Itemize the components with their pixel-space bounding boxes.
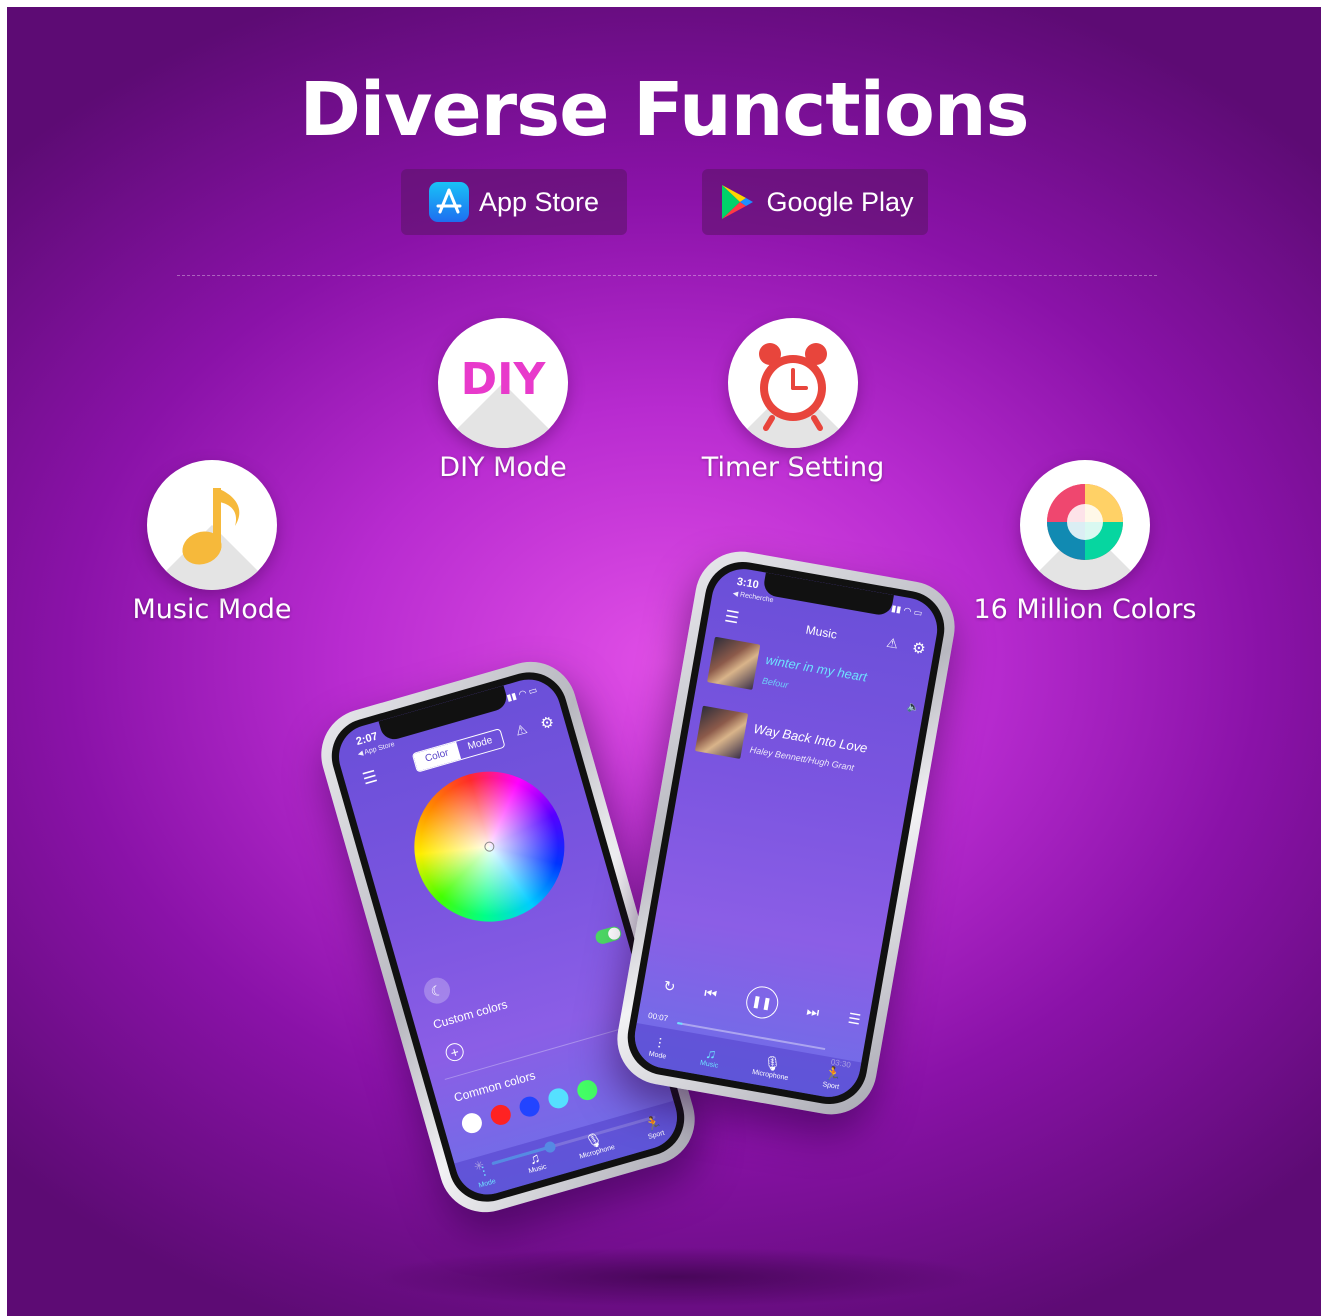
- color-control-screen: 2:07 ◀ App Store ▮▮ ◠ ▭ ☰ Color Mode ⚠ ⚙…: [331, 671, 685, 1203]
- color-wheel-icon: [1047, 484, 1123, 560]
- music-screen: 3:10 ◀ Recherche ▮▮ ◠ ▭ ☰ Music ⚠ ⚙ wint…: [629, 564, 943, 1102]
- time-elapsed: 00:07: [647, 1010, 669, 1024]
- feature-label: Music Mode: [132, 594, 292, 625]
- app-store-icon: [428, 182, 469, 222]
- tab-sport[interactable]: 🏃 Sport: [642, 1113, 665, 1141]
- floor-shadow: [367, 1247, 987, 1307]
- tab-music[interactable]: ♫ Music: [700, 1043, 722, 1069]
- feature-label: DIY Mode: [439, 452, 567, 483]
- feature-16-million-colors: 16 Million Colors: [935, 460, 1235, 625]
- gear-icon[interactable]: ⚙: [538, 712, 557, 733]
- segment-color[interactable]: Color: [412, 741, 462, 772]
- album-art: [707, 636, 761, 690]
- color-swatch[interactable]: [574, 1077, 600, 1103]
- signal-wifi-battery-icon: ▮▮ ◠ ▭: [890, 602, 924, 619]
- feature-music-mode: Music Mode: [62, 460, 362, 625]
- tab-music[interactable]: ♫ Music: [523, 1148, 547, 1175]
- color-mode-segmented-control[interactable]: Color Mode: [411, 728, 506, 773]
- diy-icon: DIY: [438, 318, 568, 448]
- color-swatch[interactable]: [488, 1102, 514, 1128]
- tab-microphone[interactable]: 🎙 Microphone: [574, 1127, 616, 1161]
- google-play-label: Google Play: [766, 186, 914, 217]
- moon-icon[interactable]: ☾: [420, 974, 454, 1007]
- diy-icon-text: DIY: [460, 354, 546, 405]
- playlist-icon[interactable]: ☰: [847, 1009, 862, 1028]
- feature-timer-setting: Timer Setting: [643, 318, 943, 483]
- next-track-icon[interactable]: ⏭: [805, 1002, 820, 1021]
- tab-mode[interactable]: ⫶ Mode: [473, 1162, 497, 1190]
- alarm-clock-icon: [759, 343, 827, 431]
- song-artist: Befour: [761, 675, 790, 691]
- tab-sport[interactable]: 🏃 Sport: [822, 1064, 843, 1091]
- app-store-badge[interactable]: App Store: [401, 169, 627, 235]
- power-toggle[interactable]: [593, 924, 623, 946]
- promo-background: Diverse Functions App Store Google Play …: [7, 7, 1321, 1316]
- color-swatch[interactable]: [517, 1094, 542, 1119]
- warning-icon[interactable]: ⚠: [514, 721, 530, 740]
- speaker-icon: 🔈: [906, 701, 921, 715]
- color-swatch[interactable]: [459, 1110, 485, 1136]
- add-color-button[interactable]: +: [443, 1041, 466, 1064]
- custom-colors-label: Custom colors: [431, 997, 510, 1032]
- previous-track-icon[interactable]: ⏮: [703, 984, 718, 1003]
- album-art: [694, 705, 749, 759]
- tab-mode[interactable]: ⫶ Mode: [648, 1034, 669, 1060]
- signal-wifi-battery-icon: ▮▮ ◠ ▭: [505, 684, 539, 703]
- section-divider: [177, 275, 1157, 276]
- feature-diy-mode: DIY DIY Mode: [353, 318, 653, 483]
- hamburger-menu-icon[interactable]: ☰: [360, 766, 379, 789]
- repeat-icon[interactable]: ↻: [662, 977, 676, 996]
- tab-microphone[interactable]: 🎙 Microphone: [751, 1052, 791, 1082]
- google-play-icon: [722, 185, 754, 219]
- status-time: 3:10: [735, 575, 760, 592]
- warning-icon[interactable]: ⚠: [885, 635, 899, 653]
- pause-button[interactable]: ❚❚: [743, 983, 781, 1021]
- google-play-badge[interactable]: Google Play: [702, 169, 928, 235]
- feature-label: 16 Million Colors: [973, 594, 1197, 625]
- segment-mode[interactable]: Mode: [456, 729, 504, 759]
- music-note-icon: [182, 488, 240, 565]
- color-swatch[interactable]: [546, 1085, 571, 1111]
- app-store-label: App Store: [478, 186, 600, 217]
- phone-music-screen: 3:10 ◀ Recherche ▮▮ ◠ ▭ ☰ Music ⚠ ⚙ wint…: [610, 544, 962, 1122]
- feature-label: Timer Setting: [701, 452, 885, 483]
- page-title: Diverse Functions: [299, 67, 1029, 153]
